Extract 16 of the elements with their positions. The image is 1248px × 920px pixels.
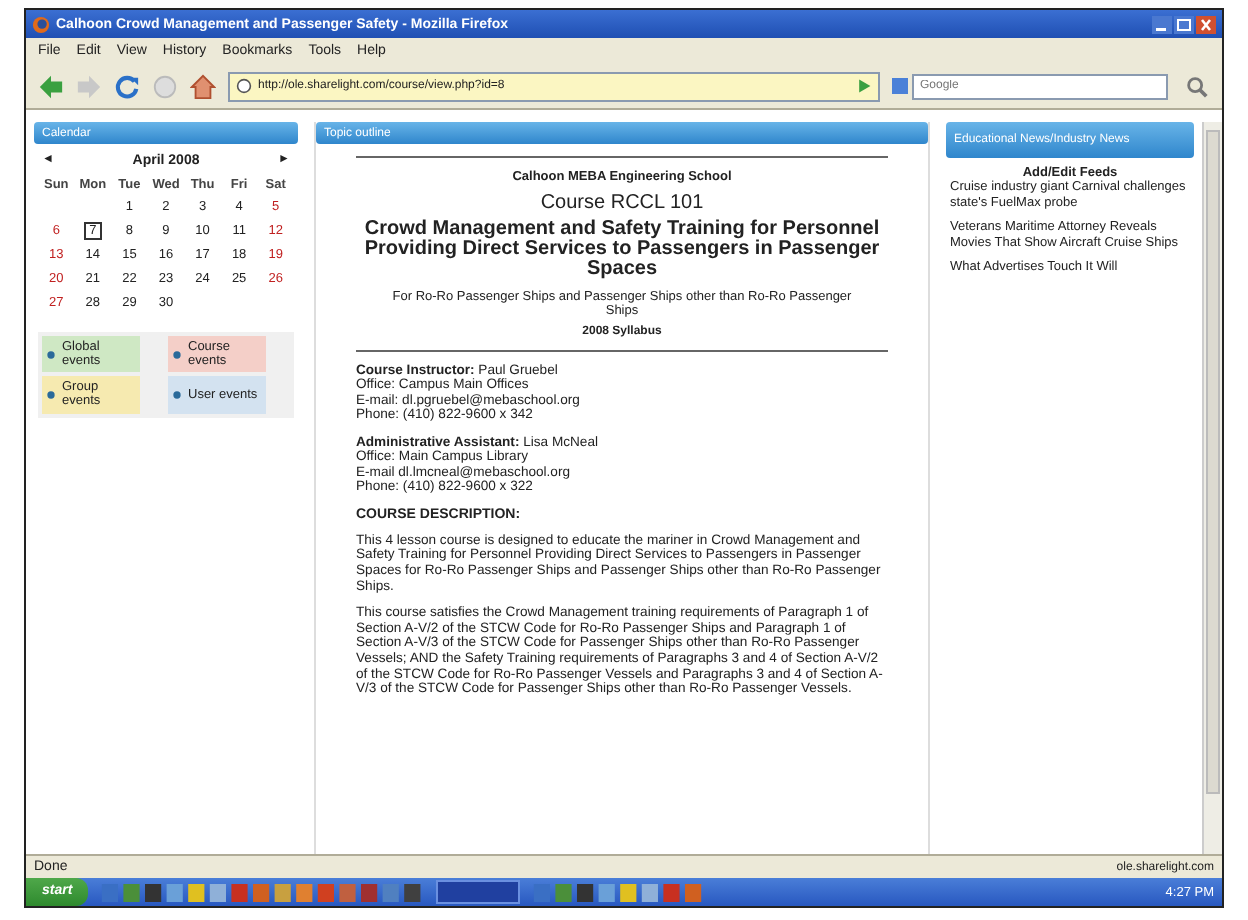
- maximize-icon[interactable]: [1174, 15, 1194, 33]
- search-icon[interactable]: [1184, 73, 1210, 99]
- browser-logo-icon: [32, 15, 50, 33]
- course-code: Course RCCL 101: [538, 192, 706, 214]
- minimize-icon[interactable]: [1152, 15, 1172, 33]
- quick-launch-icons-drawing[interactable]: [100, 883, 425, 901]
- home-icon[interactable]: [190, 73, 216, 99]
- close-icon[interactable]: [1196, 15, 1216, 33]
- go-arrow-icon[interactable]: [856, 78, 872, 94]
- reload-icon[interactable]: [114, 73, 140, 99]
- back-arrow-icon[interactable]: [38, 73, 64, 99]
- vertical-scrollbar[interactable]: [1202, 122, 1222, 854]
- course-title: Crowd Management and Safety Training for Personnel Providing Direct Services to Passengers in Passenger Spaces: [362, 220, 882, 280]
- scrollbar-thumb[interactable]: [1206, 130, 1220, 794]
- stop-icon[interactable]: [152, 73, 178, 99]
- taskbar-window-button[interactable]: [436, 880, 521, 904]
